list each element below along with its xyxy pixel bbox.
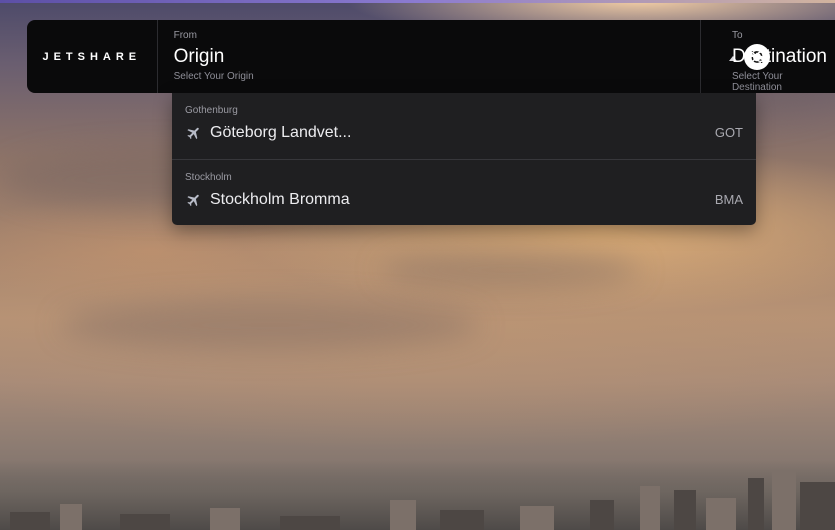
plane-icon — [187, 194, 199, 207]
option-airport-name: Stockholm Bromma — [210, 191, 350, 208]
flight-search-bar: JETSHARE From Origin Select Your Origin … — [27, 20, 835, 93]
option-city: Gothenburg — [185, 105, 238, 116]
airport-option-stockholm[interactable]: Stockholm Stockholm Bromma BMA — [172, 159, 756, 225]
origin-label: From — [173, 30, 197, 41]
origin-value[interactable]: Origin — [174, 46, 684, 68]
option-city: Stockholm — [185, 172, 232, 183]
origin-hint: Select Your Origin — [173, 71, 254, 82]
city-skyline — [0, 460, 835, 530]
cloud — [380, 250, 640, 290]
destination-hint: Select Your Destination — [731, 71, 783, 93]
destination-label: To — [731, 30, 743, 41]
option-airport-name: Göteborg Landvet... — [210, 124, 352, 141]
origin-field[interactable]: From Origin Select Your Origin — [158, 20, 770, 93]
destination-value[interactable]: Destination — [732, 46, 827, 68]
airport-option-gothenburg[interactable]: Gothenburg Göteborg Landvet... GOT — [172, 93, 756, 159]
option-airport-code: GOT — [714, 125, 743, 140]
top-accent-stripe — [0, 0, 835, 3]
origin-dropdown: Gothenburg Göteborg Landvet... GOT Stock… — [172, 93, 756, 225]
brand-logo[interactable]: JETSHARE — [27, 20, 158, 93]
destination-field[interactable]: To Destination Select Your Destination — [701, 20, 835, 93]
cloud — [60, 300, 480, 350]
plane-icon — [187, 127, 199, 140]
option-airport-code: BMA — [714, 192, 743, 207]
